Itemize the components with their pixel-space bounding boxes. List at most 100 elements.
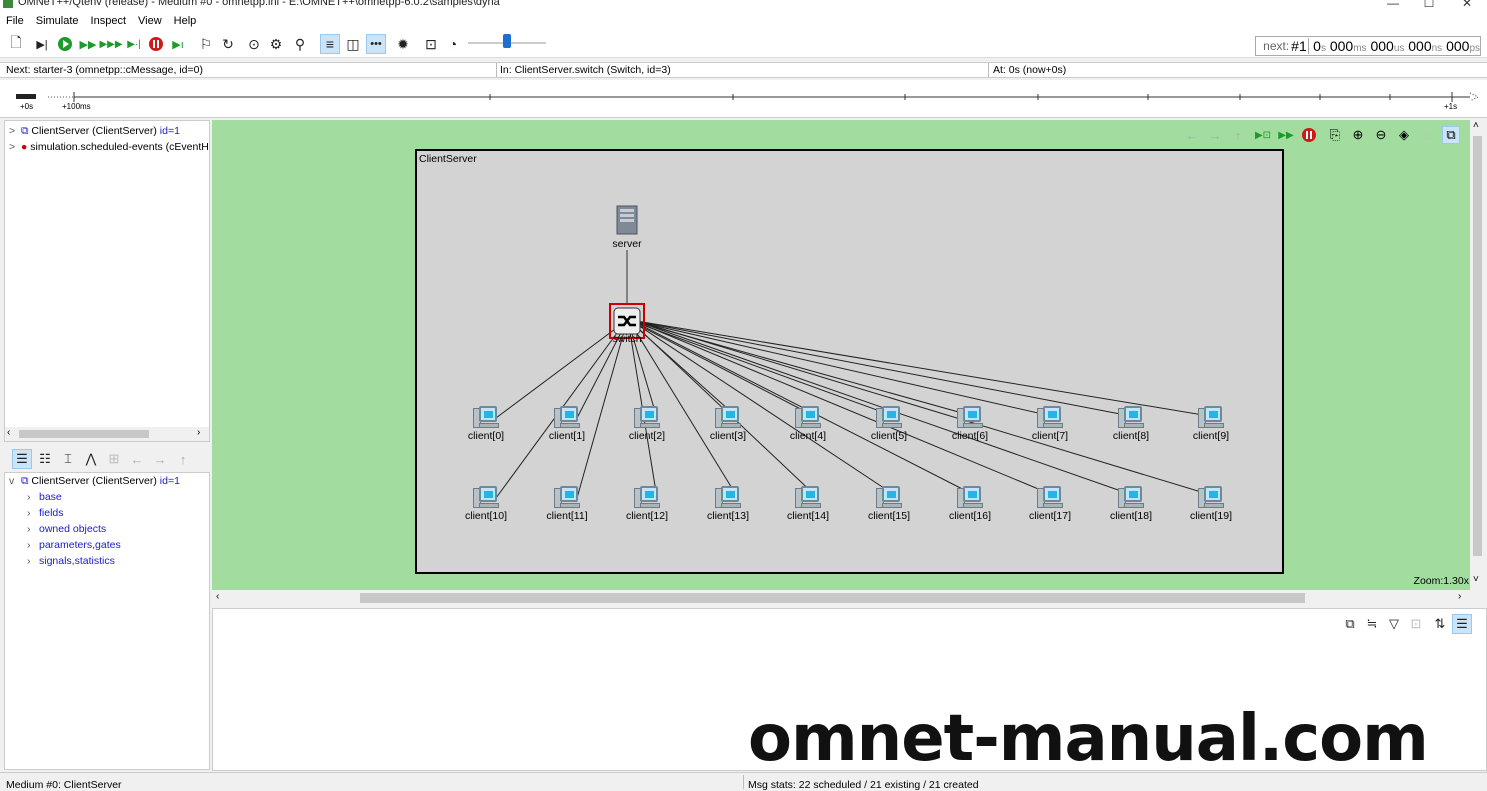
fast-local-icon[interactable]: ▶▶ bbox=[1277, 126, 1295, 144]
module-view-icon[interactable]: ⧉ bbox=[1442, 126, 1460, 144]
tree-item-scheduled-events[interactable]: > ● simulation.scheduled-events (cEventH bbox=[9, 141, 209, 153]
restart-icon[interactable]: ↻ bbox=[218, 34, 238, 54]
client-node[interactable]: client[17] bbox=[1015, 484, 1085, 522]
forward-icon[interactable]: → bbox=[1206, 126, 1224, 144]
client-node[interactable]: client[13] bbox=[693, 484, 763, 522]
module-icon: ⧉ bbox=[21, 125, 32, 137]
run-icon[interactable] bbox=[55, 34, 75, 54]
inspector-item-signals-statistics[interactable]: › signals,statistics bbox=[27, 555, 115, 567]
timeline-icon[interactable]: ≡ bbox=[320, 34, 340, 54]
inheritance-mode-icon[interactable]: ⋀ bbox=[81, 449, 101, 469]
canvas-hscroll[interactable]: ‹ › bbox=[212, 590, 1470, 606]
client-node[interactable]: client[12] bbox=[612, 484, 682, 522]
run-local-icon[interactable]: ▶⊡ bbox=[1254, 126, 1272, 144]
scroll-left-icon[interactable]: ‹ bbox=[7, 427, 10, 438]
layers-icon[interactable]: ◈ bbox=[1395, 126, 1413, 144]
computer-icon bbox=[634, 404, 660, 430]
inspector-item-base[interactable]: › base bbox=[27, 491, 62, 503]
switch-node[interactable]: switch bbox=[592, 303, 662, 345]
find-icon[interactable]: ≒ bbox=[1362, 614, 1382, 634]
grouped-mode-icon[interactable]: ☷ bbox=[35, 449, 55, 469]
log-mode-icon[interactable]: ☰ bbox=[1452, 614, 1472, 634]
children-mode-icon[interactable]: ☰ bbox=[12, 449, 32, 469]
inspector-root[interactable]: v ⧉ ClientServer (ClientServer) id=1 bbox=[9, 475, 180, 488]
object-tree-icon[interactable]: ◫ bbox=[343, 34, 363, 54]
scroll-up-icon[interactable]: ˄ bbox=[1473, 120, 1479, 131]
rebuild-network-icon[interactable]: ⚐ bbox=[196, 34, 216, 54]
client-node[interactable]: client[3] bbox=[693, 404, 763, 442]
client-node[interactable]: client[0] bbox=[451, 404, 521, 442]
run-until-icon[interactable]: ▶·| bbox=[124, 34, 144, 54]
scroll-right-icon[interactable]: › bbox=[197, 427, 200, 438]
client-node[interactable]: client[14] bbox=[773, 484, 843, 522]
inspector-item-owned-objects[interactable]: › owned objects bbox=[27, 523, 106, 535]
timeline[interactable]: +0s +100ms +1s bbox=[0, 80, 1487, 118]
client-node[interactable]: client[2] bbox=[612, 404, 682, 442]
client-node[interactable]: client[11] bbox=[532, 484, 602, 522]
scroll-down-icon[interactable]: ˅ bbox=[1473, 574, 1479, 585]
3d-view-icon[interactable]: ◌ bbox=[1418, 126, 1436, 144]
client-node[interactable]: client[4] bbox=[773, 404, 843, 442]
debug-next-icon[interactable]: ▶ı bbox=[168, 34, 188, 54]
computer-icon bbox=[473, 404, 499, 430]
stop-icon[interactable] bbox=[146, 34, 166, 54]
client-node[interactable]: client[10] bbox=[451, 484, 521, 522]
search-icon[interactable]: ⚲ bbox=[290, 34, 310, 54]
step-icon[interactable]: ▶| bbox=[32, 34, 52, 54]
server-node[interactable]: server bbox=[592, 205, 662, 250]
menu-inspect[interactable]: Inspect bbox=[85, 14, 132, 28]
stop-local-icon[interactable] bbox=[1300, 126, 1318, 144]
up-icon[interactable]: ↑ bbox=[173, 449, 193, 469]
status-bar: Medium #0: ClientServer Msg stats: 22 sc… bbox=[0, 772, 1487, 791]
filter-icon[interactable]: ▽ bbox=[1384, 614, 1404, 634]
goto-sim-time-icon[interactable]: ⊡ bbox=[1406, 614, 1426, 634]
tree-item-clientserver[interactable]: > ⧉ ClientServer (ClientServer) id=1 bbox=[9, 125, 180, 138]
client-node[interactable]: client[7] bbox=[1015, 404, 1085, 442]
inspector-item-fields[interactable]: › fields bbox=[27, 507, 64, 519]
canvas-vscroll[interactable]: ˄ ˅ bbox=[1470, 120, 1485, 590]
menu-simulate[interactable]: Simulate bbox=[30, 14, 85, 28]
find-objects-icon[interactable]: ⚙ bbox=[266, 34, 286, 54]
express-run-icon[interactable]: ▶▶▶ bbox=[99, 34, 122, 54]
flat-mode-icon[interactable]: ⌶ bbox=[58, 449, 78, 469]
client-node[interactable]: client[16] bbox=[935, 484, 1005, 522]
client-node[interactable]: client[18] bbox=[1096, 484, 1166, 522]
relayout-icon[interactable]: ⎘ bbox=[1326, 126, 1344, 144]
inspector-item-parameters-gates[interactable]: › parameters,gates bbox=[27, 539, 121, 551]
tree-hscroll[interactable]: ‹ › bbox=[5, 427, 209, 441]
minimize-button[interactable]: — bbox=[1380, 0, 1406, 10]
settings-icon[interactable]: ✹ bbox=[393, 34, 413, 54]
client-node[interactable]: client[15] bbox=[854, 484, 924, 522]
fast-run-icon[interactable]: ▶▶ bbox=[78, 34, 98, 54]
record-video-icon[interactable]: ⊡ bbox=[421, 34, 441, 54]
maximize-button[interactable]: ☐ bbox=[1416, 0, 1442, 10]
copy-icon[interactable]: ⧉ bbox=[1340, 614, 1360, 634]
scroll-left-icon[interactable]: ‹ bbox=[216, 591, 219, 602]
back-icon[interactable]: ← bbox=[1183, 126, 1201, 144]
client-node[interactable]: client[9] bbox=[1176, 404, 1246, 442]
zoom-out-icon[interactable]: ⊖ bbox=[1372, 126, 1390, 144]
menu-file[interactable]: File bbox=[0, 14, 30, 28]
forward-icon[interactable]: → bbox=[150, 449, 170, 469]
parent-module-icon[interactable]: ↑ bbox=[1229, 126, 1247, 144]
client-node[interactable]: client[8] bbox=[1096, 404, 1166, 442]
zoom-in-icon[interactable]: ⊕ bbox=[1349, 126, 1367, 144]
client-node[interactable]: client[5] bbox=[854, 404, 924, 442]
network-view-icon[interactable]: ⊞ bbox=[104, 449, 124, 469]
client-label: client[17] bbox=[1028, 510, 1072, 522]
animation-icon[interactable]: ••• bbox=[366, 34, 386, 54]
stop-simulation-icon[interactable]: ⊙ bbox=[244, 34, 264, 54]
menu-view[interactable]: View bbox=[132, 14, 168, 28]
speed-icon[interactable]: ◔ bbox=[443, 34, 463, 54]
menu-help[interactable]: Help bbox=[168, 14, 203, 28]
new-ini-icon[interactable]: 🗋 bbox=[6, 34, 26, 54]
back-icon[interactable]: ← bbox=[127, 449, 147, 469]
client-node[interactable]: client[1] bbox=[532, 404, 602, 442]
close-button[interactable]: ✕ bbox=[1454, 0, 1480, 10]
client-node[interactable]: client[6] bbox=[935, 404, 1005, 442]
scroll-right-icon[interactable]: › bbox=[1458, 591, 1461, 602]
speed-slider-handle[interactable] bbox=[503, 34, 511, 48]
timeline-label-end: +1s bbox=[1444, 102, 1458, 111]
client-node[interactable]: client[19] bbox=[1176, 484, 1246, 522]
messages-mode-icon[interactable]: ⇅ bbox=[1430, 614, 1450, 634]
